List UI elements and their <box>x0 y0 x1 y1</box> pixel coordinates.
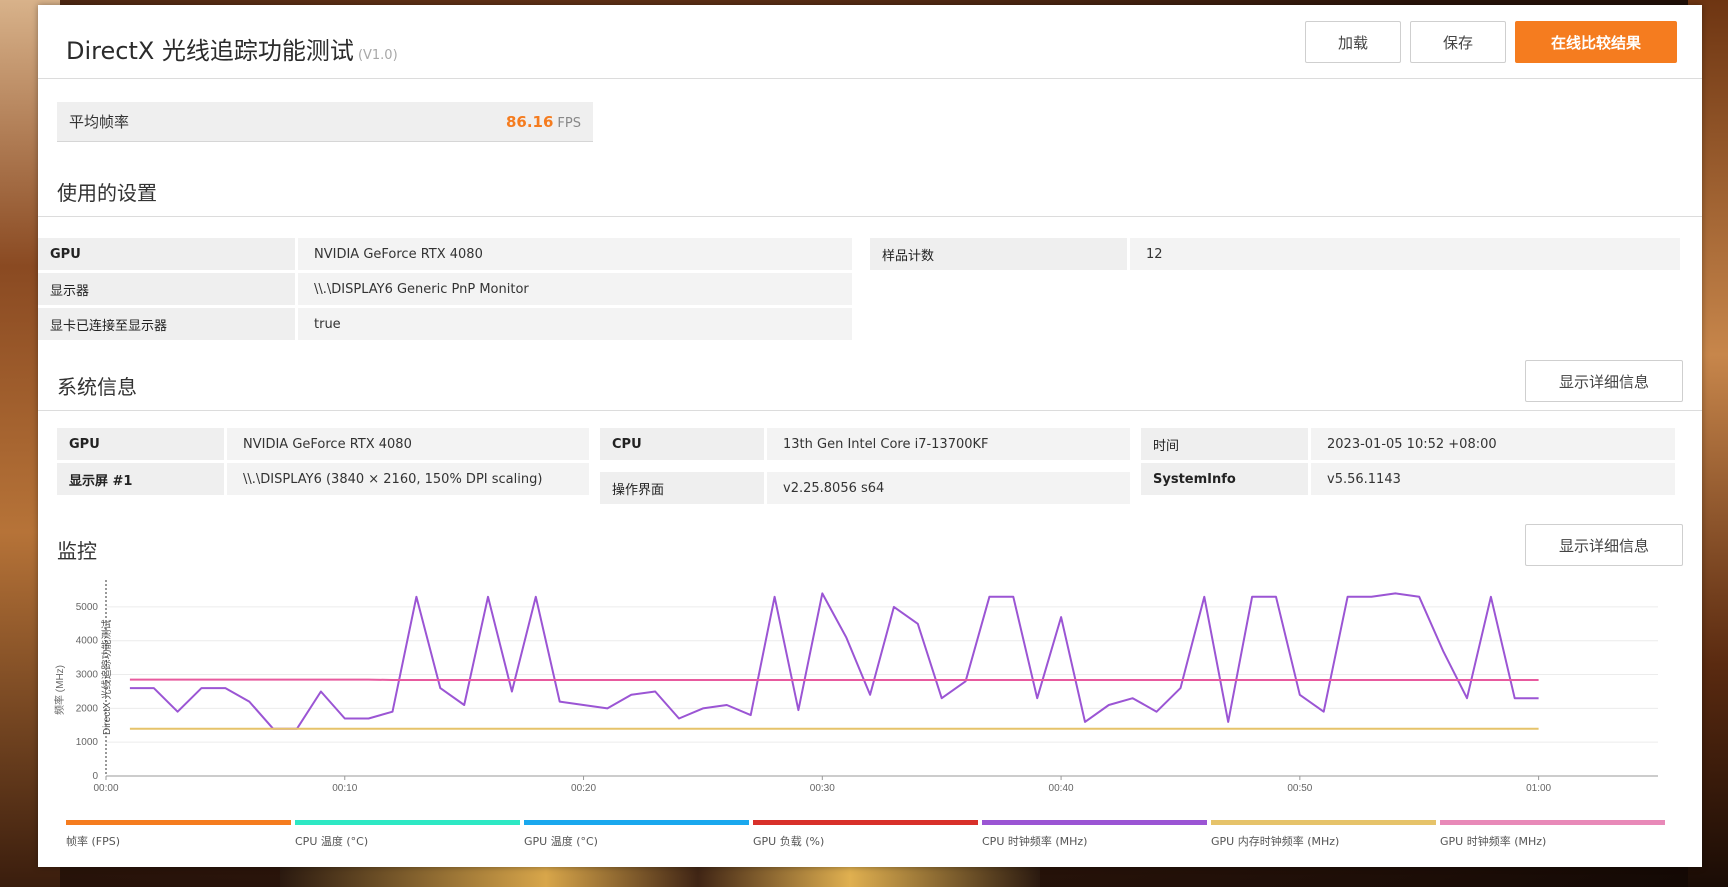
settings-key: GPU <box>38 238 295 270</box>
settings-value: NVIDIA GeForce RTX 4080 <box>298 238 852 270</box>
system-key: 时间 <box>1141 428 1308 460</box>
settings-row: 样品计数 12 <box>870 238 1680 270</box>
system-key: 操作界面 <box>600 472 764 504</box>
settings-divider <box>38 216 1702 217</box>
system-value: NVIDIA GeForce RTX 4080 <box>227 428 589 460</box>
x-tick-label: 00:00 <box>93 783 118 794</box>
system-row: CPU 13th Gen Intel Core i7-13700KF <box>600 428 1130 460</box>
y-tick-label: 5000 <box>76 602 99 613</box>
average-fps-box: 平均帧率 86.16 FPS <box>57 102 593 142</box>
system-value: \\.\DISPLAY6 (3840 × 2160, 150% DPI scal… <box>227 463 589 495</box>
test-version: (V1.0) <box>357 48 398 63</box>
system-row: GPU NVIDIA GeForce RTX 4080 <box>57 428 589 460</box>
system-value: 2023-01-05 10:52 +08:00 <box>1311 428 1675 460</box>
y-tick-label: 2000 <box>76 703 99 714</box>
legend-label: GPU 内存时钟频率 (MHz) <box>1211 835 1340 848</box>
settings-value: 12 <box>1130 238 1680 270</box>
test-name: DirectX 光线追踪功能测试 <box>66 37 354 65</box>
chart-grid <box>106 606 1658 777</box>
legend-label: GPU 时钟频率 (MHz) <box>1440 835 1547 848</box>
save-button[interactable]: 保存 <box>1410 21 1506 63</box>
legend-label: GPU 温度 (°C) <box>524 835 598 848</box>
settings-key: 显卡已连接至显示器 <box>38 308 295 340</box>
legend-swatch <box>1440 820 1665 825</box>
x-tick-label: 00:20 <box>571 783 596 794</box>
legend-swatch <box>66 820 291 825</box>
system-key: GPU <box>57 428 224 460</box>
legend-item[interactable]: GPU 内存时钟频率 (MHz) <box>1211 820 1436 849</box>
average-fps-label: 平均帧率 <box>69 113 130 131</box>
settings-key: 显示器 <box>38 273 295 305</box>
y-tick-label: 1000 <box>76 737 99 748</box>
settings-title: 使用的设置 <box>57 181 157 205</box>
system-row: SystemInfo v5.56.1143 <box>1141 463 1675 495</box>
average-fps-readout: 86.16 FPS <box>506 112 581 131</box>
settings-row: GPU NVIDIA GeForce RTX 4080 <box>38 238 852 270</box>
legend-label: 帧率 (FPS) <box>66 835 121 848</box>
settings-key: 样品计数 <box>870 238 1127 270</box>
settings-row: 显卡已连接至显示器 true <box>38 308 852 340</box>
x-tick-label: 00:10 <box>332 783 357 794</box>
system-key: CPU <box>600 428 764 460</box>
legend-label: CPU 时钟频率 (MHz) <box>982 835 1088 848</box>
page-title: DirectX 光线追踪功能测试 (V1.0) <box>66 31 398 66</box>
system-row: 显示屏 #1 \\.\DISPLAY6 (3840 × 2160, 150% D… <box>57 463 589 495</box>
x-tick-label: 00:50 <box>1287 783 1312 794</box>
system-key: SystemInfo <box>1141 463 1308 495</box>
y-tick-label: 3000 <box>76 670 99 681</box>
background-art-bottom <box>280 867 1040 887</box>
monitor-chart: 010002000300040005000 00:00 00:10 00:20 00:… <box>53 580 1658 794</box>
chart-annotation: DirectX 光线追踪功能测试 <box>100 619 113 735</box>
monitor-show-details-button[interactable]: 显示详细信息 <box>1525 524 1683 566</box>
legend-swatch <box>982 820 1207 825</box>
system-value: v2.25.8056 s64 <box>767 472 1130 504</box>
y-tick-label: 0 <box>92 771 98 782</box>
average-fps-unit: FPS <box>557 116 581 131</box>
legend-item[interactable]: CPU 时钟频率 (MHz) <box>982 820 1207 849</box>
legend-swatch <box>753 820 978 825</box>
legend-item[interactable]: GPU 温度 (°C) <box>524 820 749 849</box>
system-key: 显示屏 #1 <box>57 463 224 495</box>
system-row: 操作界面 v2.25.8056 s64 <box>600 472 1130 504</box>
system-value: v5.56.1143 <box>1311 463 1675 495</box>
legend-swatch <box>524 820 749 825</box>
system-info-title: 系统信息 <box>57 375 137 399</box>
legend-label: GPU 负载 (%) <box>753 835 825 848</box>
average-fps-value: 86.16 <box>505 113 554 131</box>
x-tick-label: 00:30 <box>810 783 835 794</box>
system-value: 13th Gen Intel Core i7-13700KF <box>767 428 1130 460</box>
chart-x-axis: 00:00 00:10 00:20 00:30 00:40 00:50 01:00 <box>93 775 1658 794</box>
legend-item[interactable]: GPU 负载 (%) <box>753 820 978 849</box>
header: DirectX 光线追踪功能测试 (V1.0) 加载 保存 在线比较结果 <box>38 5 1702 79</box>
x-tick-label: 01:00 <box>1526 783 1551 794</box>
legend-label: CPU 温度 (°C) <box>295 835 369 848</box>
chart-y-label: 频率 (MHz) <box>53 665 66 715</box>
legend-item[interactable]: GPU 时钟频率 (MHz) <box>1440 820 1665 849</box>
settings-value: true <box>298 308 852 340</box>
load-button[interactable]: 加载 <box>1305 21 1401 63</box>
legend-swatch <box>295 820 520 825</box>
legend-item[interactable]: CPU 温度 (°C) <box>295 820 520 849</box>
legend-item[interactable]: 帧率 (FPS) <box>66 820 291 849</box>
results-panel: DirectX 光线追踪功能测试 (V1.0) 加载 保存 在线比较结果 平均帧率… <box>38 5 1702 867</box>
system-divider <box>38 410 1702 411</box>
y-tick-label: 4000 <box>76 636 99 647</box>
system-row: 时间 2023-01-05 10:52 +08:00 <box>1141 428 1675 460</box>
settings-value: \\.\DISPLAY6 Generic PnP Monitor <box>298 273 852 305</box>
x-tick-label: 00:40 <box>1049 783 1074 794</box>
monitor-title: 监控 <box>57 539 97 563</box>
system-show-details-button[interactable]: 显示详细信息 <box>1525 360 1683 402</box>
compare-online-button[interactable]: 在线比较结果 <box>1515 21 1677 63</box>
legend-swatch <box>1211 820 1436 825</box>
settings-row: 显示器 \\.\DISPLAY6 Generic PnP Monitor <box>38 273 852 305</box>
